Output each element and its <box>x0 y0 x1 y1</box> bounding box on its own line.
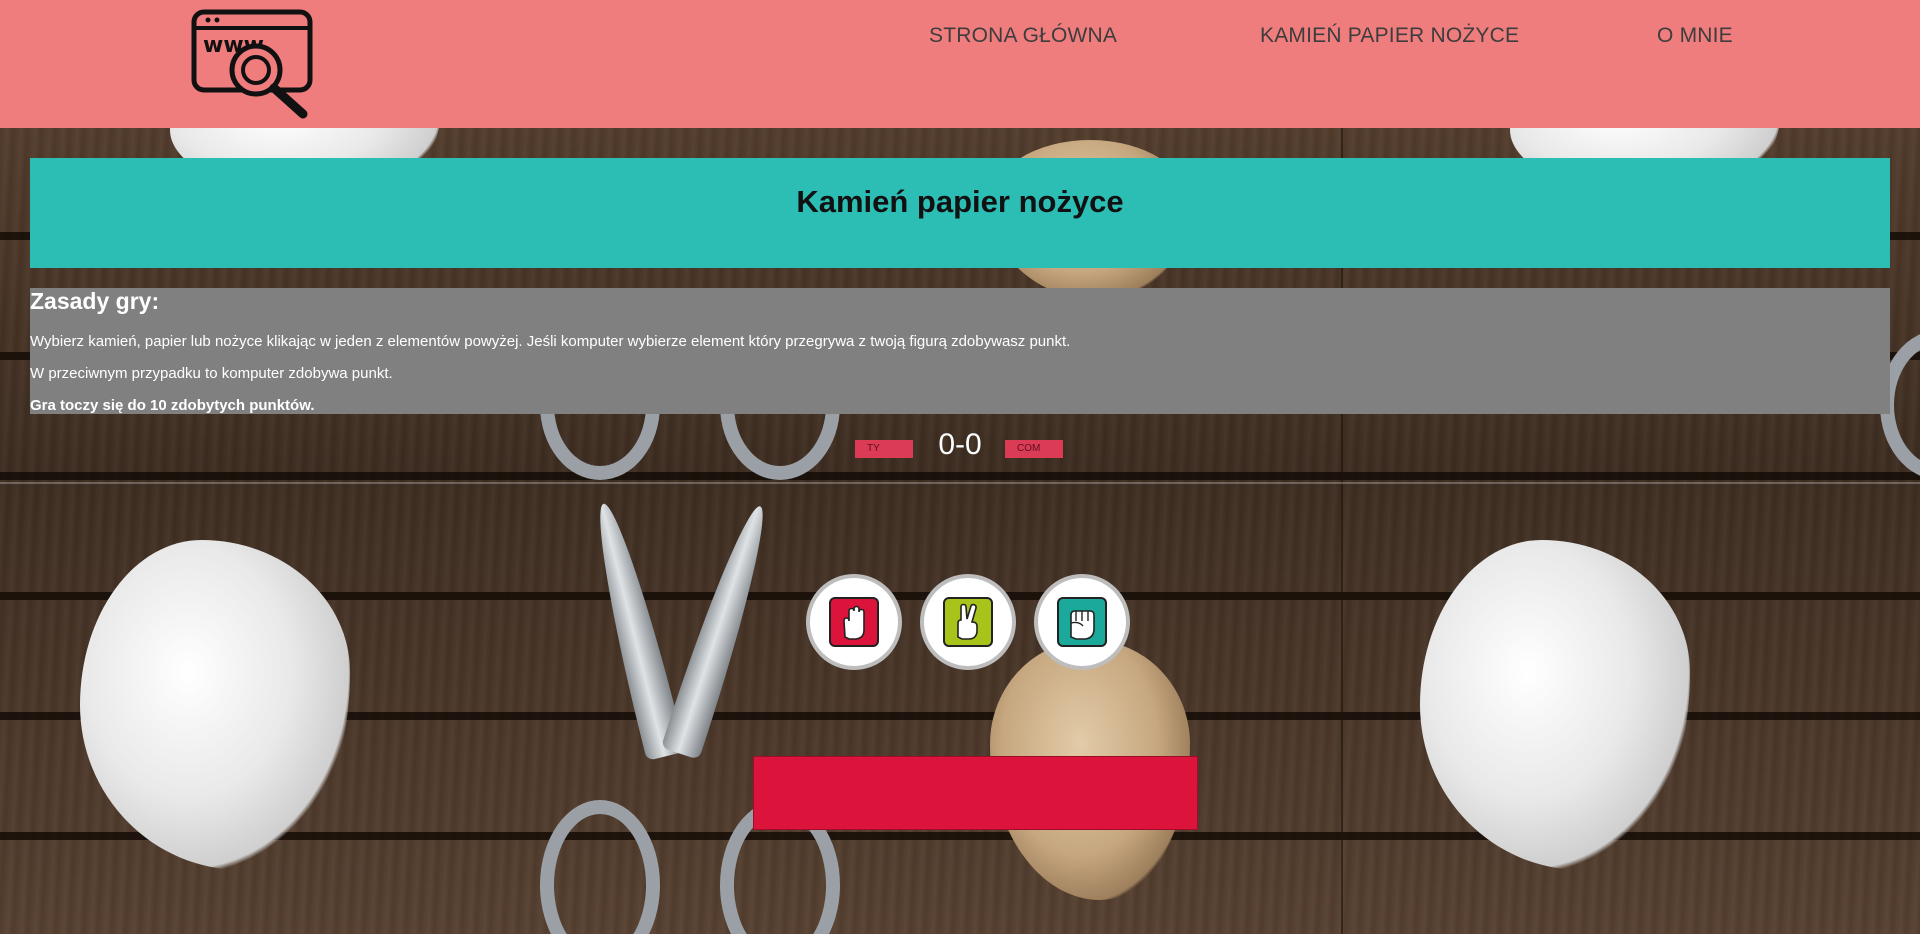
paper-hand-icon <box>829 597 879 647</box>
rules-line: W przeciwnym przypadku to komputer zdoby… <box>30 365 393 382</box>
crumpled-paper-decoration <box>80 540 350 870</box>
tile-seam <box>0 482 1920 484</box>
player-score-label: TY <box>855 440 913 458</box>
rock-choice-button[interactable] <box>1034 574 1130 670</box>
paper-choice-button[interactable] <box>806 574 902 670</box>
rules-line: Wybierz kamień, papier lub nożyce klikaj… <box>30 333 1071 350</box>
nav-link-rock-paper-scissors[interactable]: KAMIEŃ PAPIER NOŻYCE <box>1260 24 1519 48</box>
score-display: 0-0 <box>938 428 982 461</box>
scissors-hand-icon <box>943 597 993 647</box>
page-title: Kamień papier nożyce <box>796 184 1124 219</box>
scissors-handle-decoration <box>540 800 660 934</box>
rules-panel: Zasady gry: Wybierz kamień, papier lub n… <box>30 288 1890 414</box>
result-display <box>753 756 1198 830</box>
computer-score-label: COM <box>1005 440 1063 458</box>
www-search-logo-icon[interactable]: www <box>190 8 316 120</box>
scissors-choice-button[interactable] <box>920 574 1016 670</box>
rock-hand-icon <box>1057 597 1107 647</box>
title-banner: Kamień papier nożyce <box>30 158 1890 268</box>
crumpled-paper-decoration <box>1420 540 1690 870</box>
nav-link-about-me[interactable]: O MNIE <box>1657 24 1733 48</box>
site-header: www STRONA GŁÓWNA KAMIEŃ PAPIER NOŻYCE O… <box>0 0 1920 128</box>
rules-heading: Zasady gry: <box>30 288 160 314</box>
scissors-blade-decoration <box>660 500 780 760</box>
rules-line-bold: Gra toczy się do 10 zdobytych punktów. <box>30 397 315 414</box>
nav-link-home[interactable]: STRONA GŁÓWNA <box>929 24 1117 48</box>
tile-seam <box>1341 0 1343 934</box>
